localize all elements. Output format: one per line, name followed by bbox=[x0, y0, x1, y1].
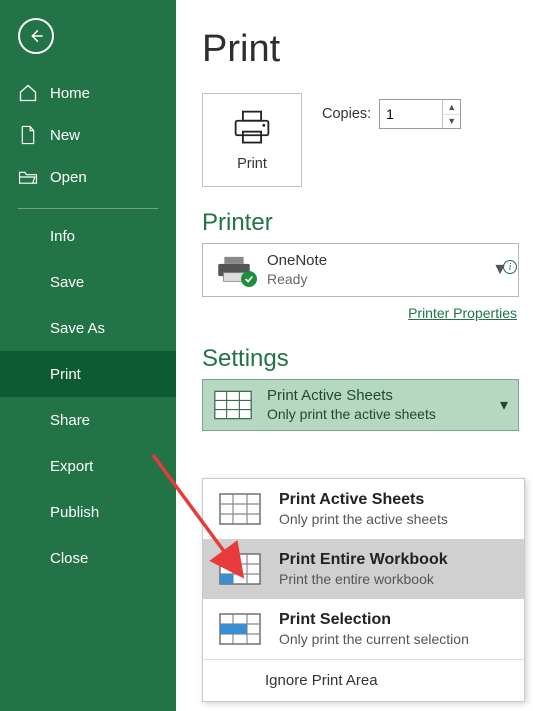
printer-selector[interactable]: OneNote Ready ▼ bbox=[202, 243, 519, 297]
sheet-grid-icon bbox=[213, 388, 253, 422]
printer-device-icon bbox=[213, 255, 255, 285]
print-what-subtitle: Only print the active sheets bbox=[267, 406, 436, 424]
sidebar-item-label: Save As bbox=[50, 320, 105, 337]
sidebar-item-close[interactable]: Close bbox=[0, 535, 176, 581]
copies-step-up[interactable]: ▲ bbox=[443, 100, 460, 115]
arrow-left-icon bbox=[27, 27, 45, 45]
dropdown-item-subtitle: Only print the active sheets bbox=[279, 510, 448, 528]
dropdown-item-selection[interactable]: Print Selection Only print the current s… bbox=[203, 599, 524, 659]
sidebar-item-label: Print bbox=[50, 366, 81, 383]
copies-label: Copies: bbox=[322, 106, 371, 122]
sidebar-item-label: Info bbox=[50, 228, 75, 245]
sidebar-item-label: New bbox=[50, 127, 80, 144]
printer-status-text: Ready bbox=[267, 271, 327, 289]
sidebar-nav-top: Home New Open bbox=[0, 72, 176, 198]
sheet-grid-icon bbox=[217, 489, 263, 529]
printer-status-check-icon bbox=[241, 271, 257, 287]
dropdown-item-title: Print Selection bbox=[279, 610, 469, 631]
back-button[interactable] bbox=[18, 18, 54, 54]
sidebar-item-label: Publish bbox=[50, 504, 99, 521]
sidebar-item-export[interactable]: Export bbox=[0, 443, 176, 489]
sidebar-item-save-as[interactable]: Save As bbox=[0, 305, 176, 351]
chevron-down-icon: ▼ bbox=[492, 261, 508, 279]
printer-properties-link[interactable]: Printer Properties bbox=[408, 305, 517, 321]
sidebar-item-label: Home bbox=[50, 85, 90, 102]
printer-icon bbox=[230, 108, 274, 148]
sidebar-item-label: Save bbox=[50, 274, 84, 291]
home-icon bbox=[18, 83, 38, 103]
sidebar-item-print[interactable]: Print bbox=[0, 351, 176, 397]
sidebar-item-share[interactable]: Share bbox=[0, 397, 176, 443]
dropdown-item-title: Print Active Sheets bbox=[279, 490, 448, 511]
sidebar-item-open[interactable]: Open bbox=[0, 156, 176, 198]
print-what-combobox[interactable]: Print Active Sheets Only print the activ… bbox=[202, 379, 519, 431]
sidebar-item-save[interactable]: Save bbox=[0, 259, 176, 305]
sidebar-nav-sub: Info Save Save As Print Share Export Pub… bbox=[0, 213, 176, 581]
sidebar-item-label: Open bbox=[50, 169, 87, 186]
sidebar-divider bbox=[18, 208, 158, 209]
dropdown-item-subtitle: Print the entire workbook bbox=[279, 570, 448, 588]
dropdown-item-ignore-print-area[interactable]: Ignore Print Area bbox=[203, 660, 524, 701]
printer-name: OneNote bbox=[267, 252, 327, 271]
sidebar-item-home[interactable]: Home bbox=[0, 72, 176, 114]
sheet-grid-icon bbox=[217, 609, 263, 649]
backstage-sidebar: Home New Open Info Save Save As Print Sh… bbox=[0, 0, 176, 711]
dropdown-item-title: Print Entire Workbook bbox=[279, 550, 448, 571]
sidebar-item-label: Close bbox=[50, 550, 88, 567]
print-what-dropdown: Print Active Sheets Only print the activ… bbox=[202, 478, 525, 702]
sheet-grid-icon bbox=[217, 549, 263, 589]
copies-step-down[interactable]: ▼ bbox=[443, 115, 460, 129]
open-icon bbox=[18, 167, 38, 187]
page-title: Print bbox=[202, 28, 519, 71]
copies-input[interactable] bbox=[380, 100, 442, 128]
printer-section-title: Printer bbox=[202, 209, 519, 237]
copies-spinner[interactable]: ▲ ▼ bbox=[379, 99, 461, 129]
sidebar-item-label: Share bbox=[50, 412, 90, 429]
dropdown-item-subtitle: Only print the current selection bbox=[279, 630, 469, 648]
print-button[interactable]: Print bbox=[202, 93, 302, 187]
copies-group: Copies: ▲ ▼ bbox=[322, 99, 461, 129]
settings-section-title: Settings bbox=[202, 345, 519, 373]
dropdown-item-active-sheets[interactable]: Print Active Sheets Only print the activ… bbox=[203, 479, 524, 539]
sidebar-item-info[interactable]: Info bbox=[0, 213, 176, 259]
new-icon bbox=[18, 125, 38, 145]
main-panel: Print Print Copies: ▲ ▼ i Printer bbox=[176, 0, 533, 711]
sidebar-item-publish[interactable]: Publish bbox=[0, 489, 176, 535]
dropdown-item-entire-workbook[interactable]: Print Entire Workbook Print the entire w… bbox=[203, 539, 524, 599]
print-what-title: Print Active Sheets bbox=[267, 387, 436, 406]
sidebar-item-label: Export bbox=[50, 458, 93, 475]
print-button-label: Print bbox=[237, 156, 267, 172]
chevron-down-icon: ▾ bbox=[500, 395, 508, 415]
sidebar-item-new[interactable]: New bbox=[0, 114, 176, 156]
